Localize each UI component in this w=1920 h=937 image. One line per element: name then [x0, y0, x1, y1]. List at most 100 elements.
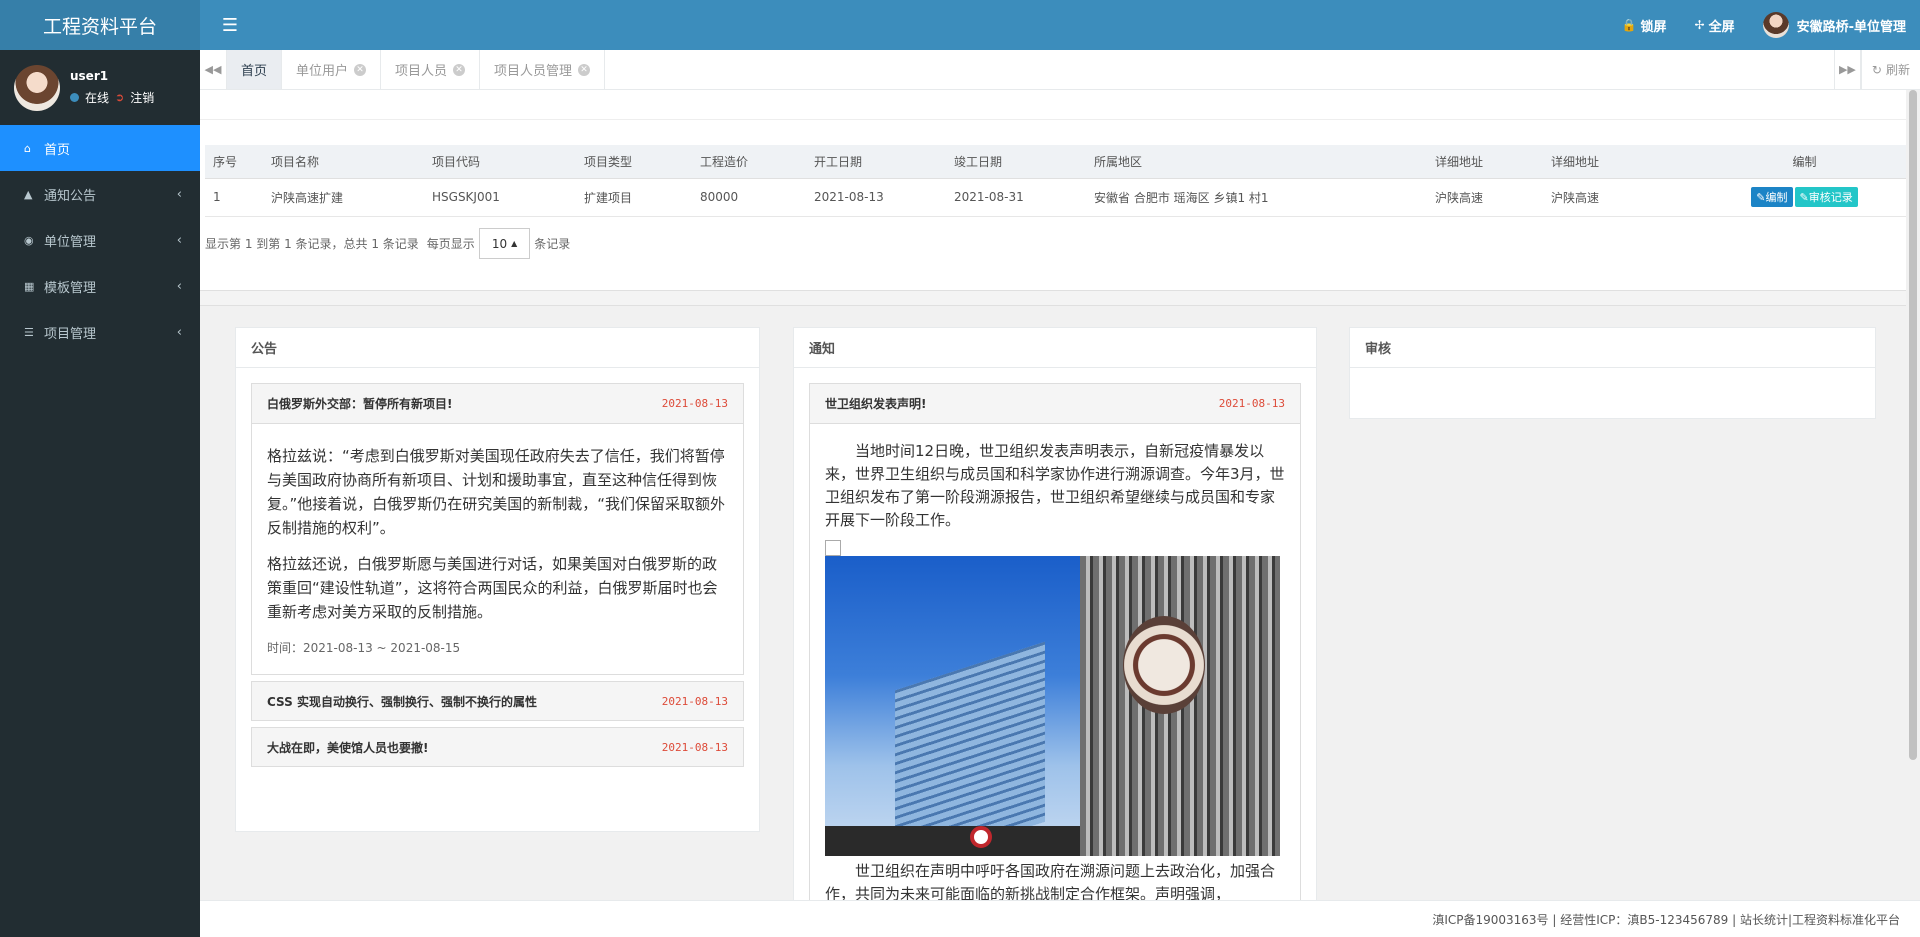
close-icon[interactable]: ✕ [354, 63, 367, 76]
tab-label: 项目人员 [395, 64, 448, 79]
sidebar-item-notices[interactable]: ▲ 通知公告 ‹ [0, 171, 200, 217]
tab-label: 首页 [241, 64, 268, 79]
lock-screen-button[interactable]: 🔒 锁屏 [1608, 0, 1681, 50]
audit-label: 审核记录 [1808, 191, 1853, 204]
notice-body: 当地时间12日晚，世卫组织发表声明表示，自新冠疫情暴发以来，世界卫生组织与成员国… [810, 424, 1300, 900]
edit-icon: ✎ [1799, 191, 1809, 204]
sidebar: user1 在线 ➲ 注销 ⌂ 首页 ▲ 通知公告 ‹ ◉ 单位管理 ‹ ▦ 模… [0, 50, 200, 937]
project-table: 序号 项目名称 项目代码 项目类型 工程造价 开工日期 竣工日期 所属地区 详细… [205, 145, 1906, 217]
edit-button[interactable]: ✎编制 [1751, 187, 1793, 207]
column-header[interactable]: 详细地址 [1543, 145, 1703, 179]
sidebar-item-home[interactable]: ⌂ 首页 [0, 125, 200, 171]
avatar [1762, 12, 1789, 38]
sidebar-item-label: 项目管理 [44, 326, 97, 342]
scrollbar-thumb[interactable] [1909, 90, 1917, 760]
notice-item-header[interactable]: 世卫组织发表声明! 2021-08-13 [810, 384, 1300, 424]
column-header[interactable]: 工程造价 [692, 145, 806, 179]
fullscreen-button[interactable]: ✢ 全屏 [1681, 0, 1749, 50]
column-header[interactable]: 序号 [205, 145, 263, 179]
announcement-title: 白俄罗斯外交部：暂停所有新项目! [267, 397, 453, 411]
template-icon: ▦ [24, 279, 35, 293]
sidebar-item-templates[interactable]: ▦ 模板管理 ‹ [0, 263, 200, 309]
notice-photo [825, 556, 1280, 856]
column-header[interactable]: 项目名称 [263, 145, 424, 179]
announcement-paragraph: 格拉兹还说，白俄罗斯愿与美国进行对话，如果美国对白俄罗斯的政策重回“建设性轨道”… [267, 555, 718, 621]
sidebar-item-label: 通知公告 [44, 188, 97, 204]
sidebar-item-projects[interactable]: ☰ 项目管理 ‹ [0, 309, 200, 355]
announcement-item-header[interactable]: CSS 实现自动换行、强制换行、强制不换行的属性 2021-08-13 [252, 682, 743, 720]
online-status-label: 在线 [85, 91, 110, 105]
announcement-date: 2021-08-13 [661, 694, 728, 708]
sidebar-item-units[interactable]: ◉ 单位管理 ‹ [0, 217, 200, 263]
logout-link[interactable]: 注销 [130, 89, 154, 106]
tab-project-staff-management[interactable]: 项目人员管理 ✕ [480, 50, 606, 89]
chevron-left-icon: ‹ [176, 232, 182, 248]
fullscreen-label: 全屏 [1708, 19, 1735, 35]
notice-paragraph: 世卫组织在声明中呼吁各国政府在溯源问题上去政治化，加强合作，共同为未来可能面临的… [825, 862, 1276, 900]
photo-building-left [895, 641, 1045, 856]
announcement-item-header[interactable]: 白俄罗斯外交部：暂停所有新项目! 2021-08-13 [252, 384, 743, 424]
notice-panel: 通知 世卫组织发表声明! 2021-08-13 当地时间12日晚，世卫组织发表声… [793, 327, 1317, 900]
table-cell: 扩建项目 [576, 178, 692, 217]
online-status-icon [70, 93, 79, 102]
column-header[interactable]: 编制 [1703, 145, 1906, 179]
page-size-prefix: 每页显示 [426, 237, 475, 251]
table-header-row: 序号 项目名称 项目代码 项目类型 工程造价 开工日期 竣工日期 所属地区 详细… [205, 145, 1906, 179]
table-cell: 2021-08-31 [946, 178, 1086, 217]
table-cell: 2021-08-13 [806, 178, 946, 217]
user-menu[interactable]: 安徽路桥-单位管理 [1749, 0, 1920, 50]
table-row[interactable]: 1 沪陕高速扩建 HSGSKJ001 扩建项目 80000 2021-08-13… [205, 178, 1906, 217]
announcement-title: 大战在即，美使馆人员也要撤! [267, 740, 429, 755]
expand-icon: ✢ [1694, 18, 1705, 32]
column-header[interactable]: 所属地区 [1086, 145, 1427, 179]
panel-title: 审核 [1350, 328, 1875, 368]
column-header[interactable]: 开工日期 [806, 145, 946, 179]
tab-scroll-left-button[interactable]: ◀◀ [200, 50, 227, 89]
tab-label: 项目人员管理 [494, 64, 573, 79]
pagination-summary: 显示第 1 到第 1 条记录，总共 1 条记录 [205, 237, 419, 251]
announcement-date: 2021-08-13 [661, 397, 728, 410]
chevron-left-icon: ‹ [176, 186, 182, 202]
column-header[interactable]: 详细地址 [1427, 145, 1543, 179]
tab-unit-users[interactable]: 单位用户 ✕ [282, 50, 382, 89]
announcement-panel: 公告 白俄罗斯外交部：暂停所有新项目! 2021-08-13 格拉兹说：“考虑到… [235, 327, 760, 832]
announcement-item: CSS 实现自动换行、强制换行、强制不换行的属性 2021-08-13 [251, 681, 744, 721]
sidebar-username: user1 [70, 69, 109, 83]
chevron-left-icon: ‹ [176, 324, 182, 340]
tab-home[interactable]: 首页 [227, 50, 283, 89]
sidebar-item-label: 首页 [44, 142, 71, 158]
close-icon[interactable]: ✕ [578, 63, 591, 76]
column-header[interactable]: 项目类型 [576, 145, 692, 179]
user-panel: user1 在线 ➲ 注销 [0, 50, 200, 125]
column-header[interactable]: 项目代码 [424, 145, 576, 179]
tab-project-staff[interactable]: 项目人员 ✕ [381, 50, 481, 89]
notice-item: 世卫组织发表声明! 2021-08-13 当地时间12日晚，世卫组织发表声明表示… [809, 383, 1301, 900]
footer: 滇ICP备19003163号 | 经营性ICP：滇B5-123456789 | … [200, 900, 1920, 937]
logout-icon[interactable]: ➲ [115, 91, 124, 104]
panel-title: 通知 [794, 328, 1316, 368]
announcement-body: 格拉兹说：“考虑到白俄罗斯对美国现任政府失去了信任，我们将暂停与美国政府协商所有… [252, 424, 743, 674]
refresh-button[interactable]: ↻ 刷新 [1860, 50, 1920, 89]
notice-title: 世卫组织发表声明! [825, 397, 927, 411]
backward-icon: ◀◀ [204, 63, 222, 76]
tab-bar: ◀◀ 首页 单位用户 ✕ 项目人员 ✕ 项目人员管理 ✕ ▶▶ ↻ 刷新 [200, 50, 1920, 90]
notice-date: 2021-08-13 [1218, 397, 1285, 410]
table-cell: 1 [205, 178, 263, 217]
lock-label: 锁屏 [1640, 19, 1667, 35]
edit-icon: ✎ [1756, 191, 1766, 204]
column-header[interactable]: 竣工日期 [946, 145, 1086, 179]
announcement-item-header[interactable]: 大战在即，美使馆人员也要撤! 2021-08-13 [252, 728, 743, 766]
page-size-value: 10 [491, 236, 508, 251]
hamburger-icon: ☰ [221, 14, 239, 36]
sidebar-toggle-button[interactable]: ☰ [200, 0, 260, 50]
audit-record-button[interactable]: ✎审核记录 [1794, 187, 1858, 207]
table-cell: 安徽省 合肥市 瑶海区 乡镇1 村1 [1086, 178, 1427, 217]
close-icon[interactable]: ✕ [453, 63, 466, 76]
app-logo[interactable]: 工程资料平台 [0, 0, 200, 50]
content-scrollbar[interactable] [1906, 90, 1920, 900]
tab-scroll-right-button[interactable]: ▶▶ [1833, 50, 1861, 89]
eye-icon: ◉ [24, 233, 34, 247]
project-table-section: 序号 项目名称 项目代码 项目类型 工程造价 开工日期 竣工日期 所属地区 详细… [200, 90, 1906, 290]
table-actions-cell: ✎编制 ✎审核记录 [1703, 178, 1906, 217]
page-size-select[interactable]: 10 ▲ [478, 228, 531, 259]
